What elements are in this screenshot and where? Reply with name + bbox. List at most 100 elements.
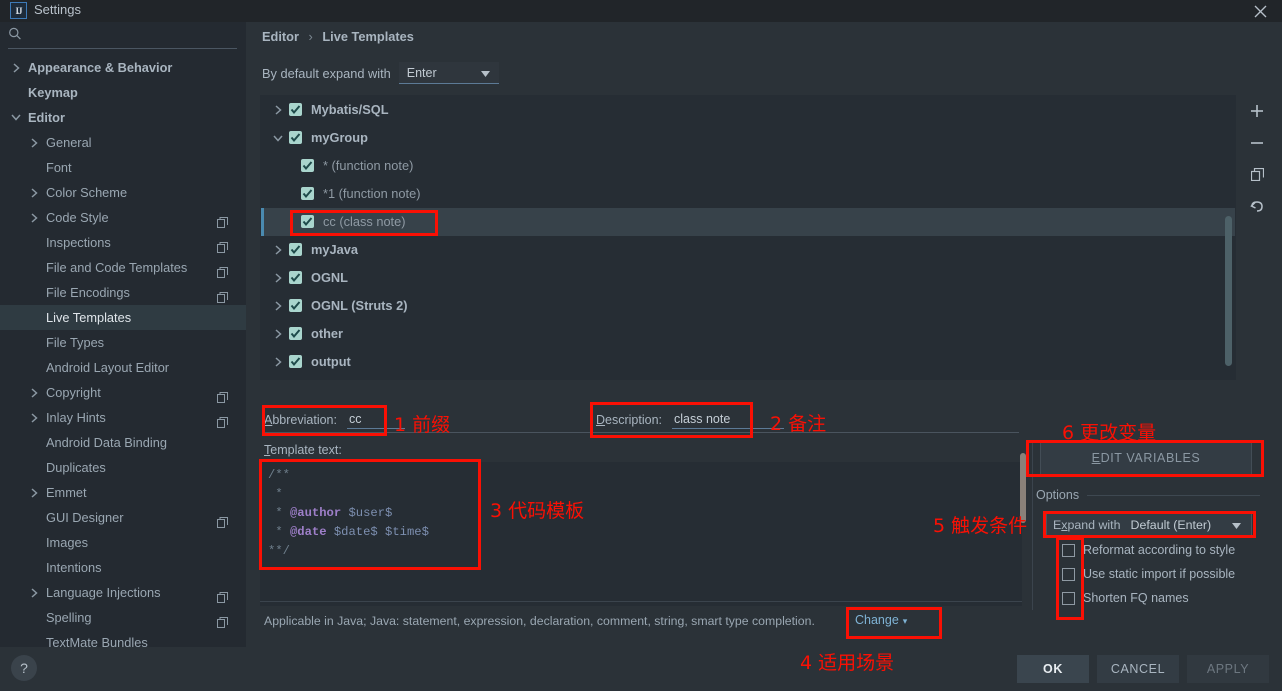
template-tree-row[interactable]: OGNL: [261, 264, 1235, 292]
chevron-right-icon[interactable]: [271, 236, 285, 264]
reset-template-button[interactable]: [1243, 194, 1271, 222]
chevron-down-icon[interactable]: [271, 124, 285, 152]
sidebar-item-file-and-code-templates[interactable]: File and Code Templates: [0, 255, 246, 280]
chevron-right-icon[interactable]: [28, 380, 40, 405]
chevron-right-icon[interactable]: [28, 180, 40, 205]
add-template-button[interactable]: [1243, 98, 1271, 126]
sidebar-item-label: Inspections: [46, 235, 111, 250]
description-row: Description:: [596, 410, 785, 429]
chevron-right-icon[interactable]: [28, 405, 40, 430]
sidebar-item-editor[interactable]: Editor: [0, 105, 246, 130]
template-text-scrollbar[interactable]: [1020, 453, 1026, 523]
duplicate-template-button[interactable]: [1243, 162, 1271, 190]
option-checkbox-use-static-import-if-possible[interactable]: Use static import if possible: [1062, 567, 1235, 581]
checkbox-box[interactable]: [1062, 567, 1075, 581]
abbreviation-input[interactable]: [346, 410, 405, 429]
description-input[interactable]: [672, 410, 785, 429]
chevron-right-icon[interactable]: [28, 480, 40, 505]
sidebar-item-file-encodings[interactable]: File Encodings: [0, 280, 246, 305]
sidebar-item-label: Live Templates: [46, 310, 132, 325]
template-enabled-checkbox[interactable]: [289, 327, 302, 340]
breadcrumb-current: Live Templates: [322, 29, 414, 44]
chevron-right-icon[interactable]: [271, 348, 285, 376]
sidebar-item-inlay-hints[interactable]: Inlay Hints: [0, 405, 246, 430]
sidebar-item-keymap[interactable]: Keymap: [0, 80, 246, 105]
checkbox-box[interactable]: [1062, 543, 1075, 557]
chevron-right-icon[interactable]: [271, 320, 285, 348]
template-enabled-checkbox[interactable]: [301, 215, 314, 228]
remove-template-button[interactable]: [1243, 130, 1271, 158]
default-expand-dropdown[interactable]: Enter: [398, 62, 499, 84]
template-enabled-checkbox[interactable]: [289, 299, 302, 312]
sidebar-item-live-templates[interactable]: Live Templates: [0, 305, 246, 330]
chevron-right-icon[interactable]: [271, 264, 285, 292]
chevron-right-icon[interactable]: [28, 205, 40, 230]
sidebar-item-copyright[interactable]: Copyright: [0, 380, 246, 405]
sidebar-item-gui-designer[interactable]: GUI Designer: [0, 505, 246, 530]
template-enabled-checkbox[interactable]: [289, 355, 302, 368]
sidebar-item-inspections[interactable]: Inspections: [0, 230, 246, 255]
default-expand-value: Enter: [406, 65, 437, 80]
ok-button[interactable]: OK: [1017, 655, 1089, 683]
template-enabled-checkbox[interactable]: [289, 131, 302, 144]
option-checkbox-shorten-fq-names[interactable]: Shorten FQ names: [1062, 591, 1189, 605]
sidebar-item-general[interactable]: General: [0, 130, 246, 155]
template-enabled-checkbox[interactable]: [289, 243, 302, 256]
sidebar-item-color-scheme[interactable]: Color Scheme: [0, 180, 246, 205]
chevron-right-icon[interactable]: [10, 55, 22, 80]
settings-sidebar: Appearance & Behavior Keymap Editor General…: [0, 22, 246, 647]
sidebar-item-file-types[interactable]: File Types: [0, 330, 246, 355]
chevron-right-icon[interactable]: [28, 580, 40, 605]
checkbox-box[interactable]: [1062, 591, 1075, 605]
breadcrumb-parent[interactable]: Editor: [262, 29, 299, 44]
sidebar-item-label: Appearance & Behavior: [28, 60, 173, 75]
sidebar-item-code-style[interactable]: Code Style: [0, 205, 246, 230]
search-input[interactable]: [28, 24, 237, 46]
sidebar-item-textmate-bundles[interactable]: TextMate Bundles: [0, 630, 246, 647]
edit-variables-button[interactable]: EDIT VARIABLES: [1040, 441, 1252, 475]
option-checkbox-reformat-according-to-style[interactable]: Reformat according to style: [1062, 543, 1235, 557]
template-tree-row[interactable]: *1 (function note): [261, 180, 1235, 208]
live-templates-tree[interactable]: Mybatis/SQL myGroup * (function note) *1 (f…: [260, 95, 1236, 380]
dialog-footer: ? OK CANCEL APPLY: [0, 647, 1282, 691]
chevron-right-icon[interactable]: [271, 96, 285, 124]
template-tree-row[interactable]: other: [261, 320, 1235, 348]
search-underline: [8, 48, 237, 49]
sidebar-item-android-data-binding[interactable]: Android Data Binding: [0, 430, 246, 455]
template-row-label: * (function note): [323, 158, 414, 173]
sidebar-item-images[interactable]: Images: [0, 530, 246, 555]
sidebar-item-intentions[interactable]: Intentions: [0, 555, 246, 580]
sidebar-item-android-layout-editor[interactable]: Android Layout Editor: [0, 355, 246, 380]
chevron-right-icon[interactable]: [271, 292, 285, 320]
sidebar-item-label: Editor: [28, 110, 65, 125]
change-context-button[interactable]: Change ▾: [855, 613, 907, 627]
chevron-down-icon[interactable]: [10, 105, 22, 130]
template-tree-row[interactable]: myGroup: [261, 124, 1235, 152]
window-title: Settings: [34, 2, 81, 17]
template-tree-row[interactable]: Mybatis/SQL: [261, 96, 1235, 124]
template-tree-row[interactable]: output: [261, 348, 1235, 376]
close-icon[interactable]: [1248, 0, 1272, 22]
template-enabled-checkbox[interactable]: [301, 187, 314, 200]
tree-scrollbar[interactable]: [1225, 216, 1232, 366]
template-enabled-checkbox[interactable]: [301, 159, 314, 172]
expand-with-dropdown[interactable]: Expand with Default (Enter): [1046, 513, 1252, 536]
sidebar-item-appearance-behavior[interactable]: Appearance & Behavior: [0, 55, 246, 80]
template-tree-row[interactable]: OGNL (Struts 2): [261, 292, 1235, 320]
chevron-right-icon[interactable]: [28, 130, 40, 155]
template-enabled-checkbox[interactable]: [289, 103, 302, 116]
sidebar-item-spelling[interactable]: Spelling: [0, 605, 246, 630]
template-enabled-checkbox[interactable]: [289, 271, 302, 284]
sidebar-item-language-injections[interactable]: Language Injections: [0, 580, 246, 605]
sidebar-item-duplicates[interactable]: Duplicates: [0, 455, 246, 480]
template-tree-row[interactable]: cc (class note): [261, 208, 1235, 236]
sidebar-item-emmet[interactable]: Emmet: [0, 480, 246, 505]
cancel-button[interactable]: CANCEL: [1097, 655, 1179, 683]
template-tree-row[interactable]: * (function note): [261, 152, 1235, 180]
sidebar-item-font[interactable]: Font: [0, 155, 246, 180]
template-code-line: * @date $date$ $time$: [268, 525, 429, 539]
template-text-editor[interactable]: /** * * @author $user$ * @date $date$ $t…: [260, 462, 1022, 606]
apply-button[interactable]: APPLY: [1187, 655, 1269, 683]
help-button[interactable]: ?: [11, 655, 37, 681]
template-tree-row[interactable]: myJava: [261, 236, 1235, 264]
